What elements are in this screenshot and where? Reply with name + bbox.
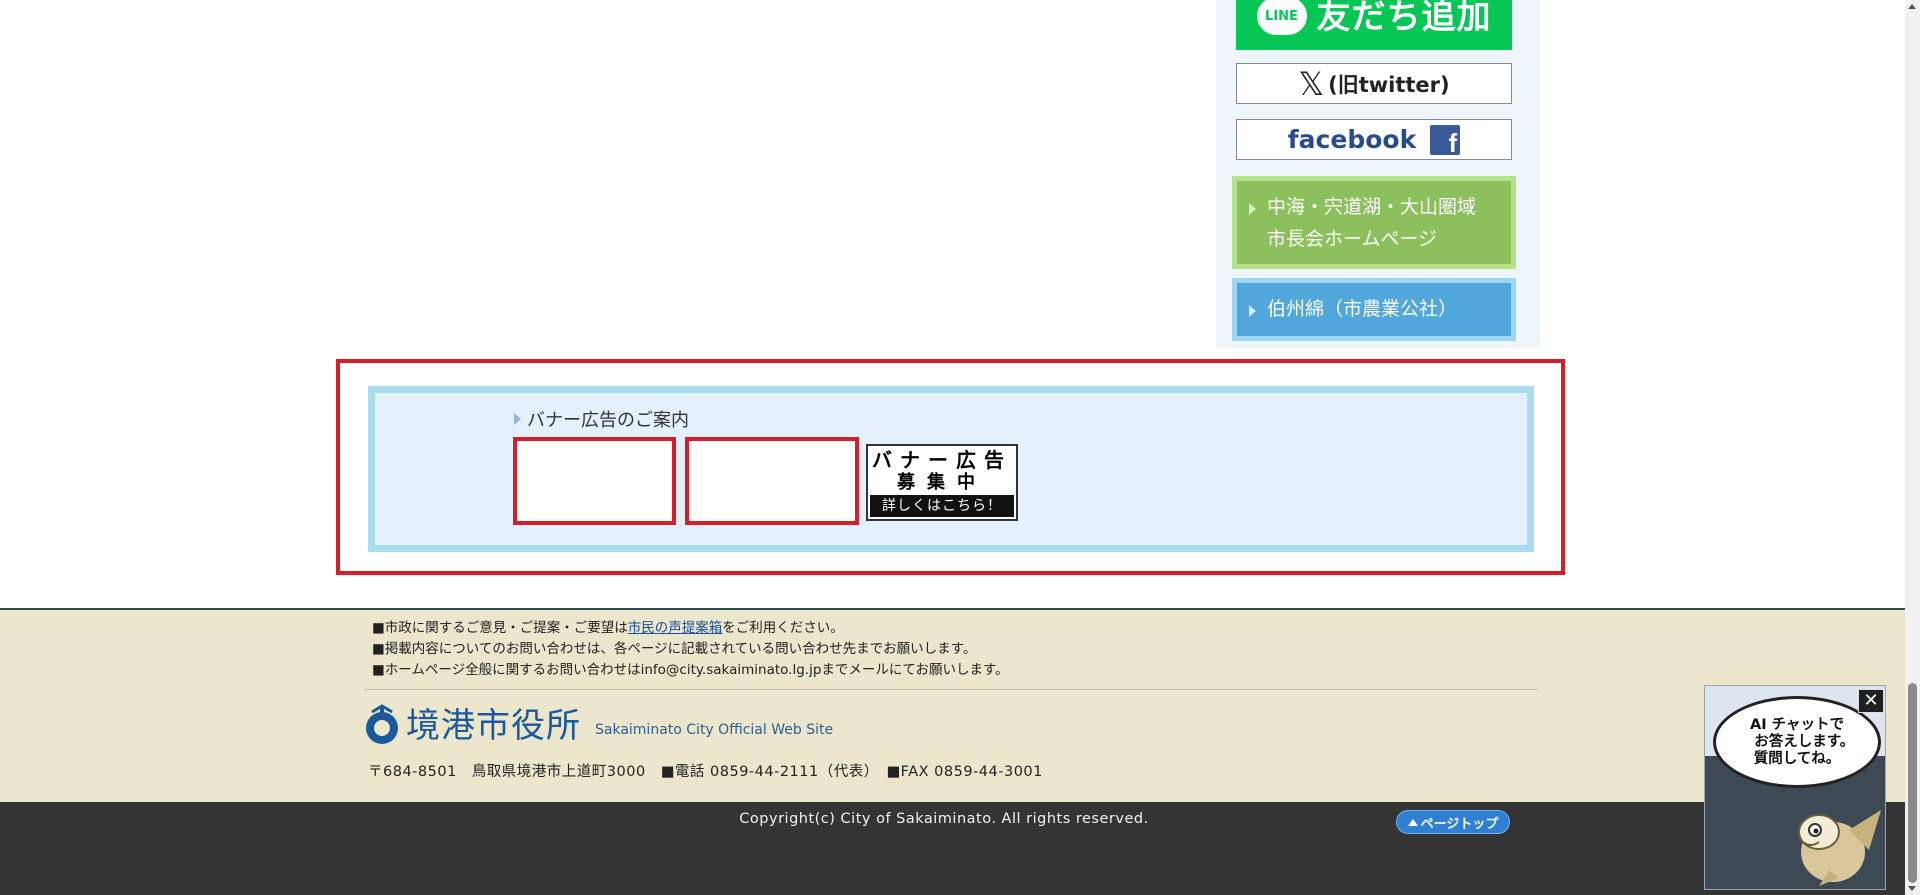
mayors-association-link[interactable]: 中海・宍道湖・大山圏域 市長会ホームページ <box>1232 176 1516 269</box>
site-tagline: Sakaiminato City Official Web Site <box>595 722 834 738</box>
footer-notes: ■市政に関するご意見・ご提案・ご要望は市民の声提案箱をご利用ください。 ■掲載内… <box>372 618 1009 681</box>
ai-chat-close-button[interactable]: ✕ <box>1858 689 1884 713</box>
mayors-association-label: 中海・宍道湖・大山圏域 市長会ホームページ <box>1267 196 1477 250</box>
page-top-label: ページトップ <box>1420 816 1499 832</box>
banner-recruit-line1: バナー広告 <box>872 448 1012 472</box>
hakushu-cotton-link[interactable]: 伯州綿（市農業公社） <box>1232 278 1516 341</box>
ai-chat-speech-bubble[interactable]: AI チャットで お答えします。 質問してね。 <box>1713 696 1881 788</box>
line-add-friend-label: 友だち追加 <box>1316 0 1492 37</box>
city-name: 境港市役所 <box>406 706 581 746</box>
right-sidebar: LINE 友だち追加 𝕏 (旧twitter) facebook f 中海・宍道… <box>1216 0 1540 348</box>
page-top-button[interactable]: ページトップ <box>1396 810 1510 834</box>
arrow-up-icon <box>1407 818 1418 826</box>
banner-recruit-line3: 詳しくはこちら！ <box>870 495 1014 517</box>
hakushu-cotton-label: 伯州綿（市農業公社） <box>1267 298 1458 320</box>
scroll-up-arrow-icon[interactable] <box>1908 4 1916 9</box>
city-logo[interactable]: 境港市役所 Sakaiminato City Official Web Site <box>364 704 833 746</box>
x-twitter-label: (旧twitter) <box>1328 72 1450 97</box>
triangle-right-icon <box>514 413 521 425</box>
x-twitter-button[interactable]: 𝕏 (旧twitter) <box>1236 63 1512 104</box>
mascot-character-icon[interactable] <box>1789 790 1885 889</box>
footer-note-opinions: ■市政に関するご意見・ご提案・ご要望は市民の声提案箱をご利用ください。 <box>372 620 844 636</box>
banner-recruit-button[interactable]: バナー広告 募集中 詳しくはこちら！ <box>866 444 1018 521</box>
banner-ad-guide-label: バナー広告のご案内 <box>527 410 689 431</box>
banner-ad-slot-1[interactable] <box>513 437 676 525</box>
ai-chat-bubble-text: AI チャットで お答えします。 質問してね。 <box>1749 716 1855 767</box>
footer-note-inquiries: ■掲載内容についてのお問い合わせは、各ページに記載されている問い合わせ先までお願… <box>372 641 977 657</box>
footer-note-email: ■ホームページ全般に関するお問い合わせはinfo@city.sakaiminat… <box>372 662 1009 678</box>
banner-recruit-line2: 募集中 <box>897 472 987 493</box>
line-add-friend-button[interactable]: LINE 友だち追加 <box>1236 0 1512 50</box>
banner-ad-guide-link[interactable]: バナー広告のご案内 <box>514 406 689 432</box>
facebook-logo-icon: f <box>1430 124 1461 158</box>
city-emblem-icon <box>364 704 400 746</box>
triangle-right-icon <box>1249 203 1256 215</box>
facebook-label: facebook <box>1287 125 1417 154</box>
page-scrollbar[interactable] <box>1905 0 1920 895</box>
city-address: 〒684-8501 鳥取県境港市上道町3000 ■電話 0859-44-2111… <box>368 764 1043 780</box>
footer-divider <box>364 689 1538 690</box>
scrollbar-thumb[interactable] <box>1908 683 1917 883</box>
x-logo-icon: 𝕏 <box>1298 64 1325 103</box>
line-logo-icon: LINE <box>1256 0 1307 35</box>
scroll-down-arrow-icon[interactable] <box>1908 886 1916 891</box>
copyright-text: Copyright(c) City of Sakaiminato. All ri… <box>739 811 1149 827</box>
citizens-voice-link[interactable]: 市民の声提案箱 <box>628 620 723 636</box>
triangle-right-icon <box>1249 305 1256 317</box>
ai-chat-widget[interactable]: AI チャットで お答えします。 質問してね。 <box>1704 685 1886 890</box>
facebook-button[interactable]: facebook f <box>1236 119 1512 160</box>
banner-ad-slot-2[interactable] <box>685 437 859 525</box>
